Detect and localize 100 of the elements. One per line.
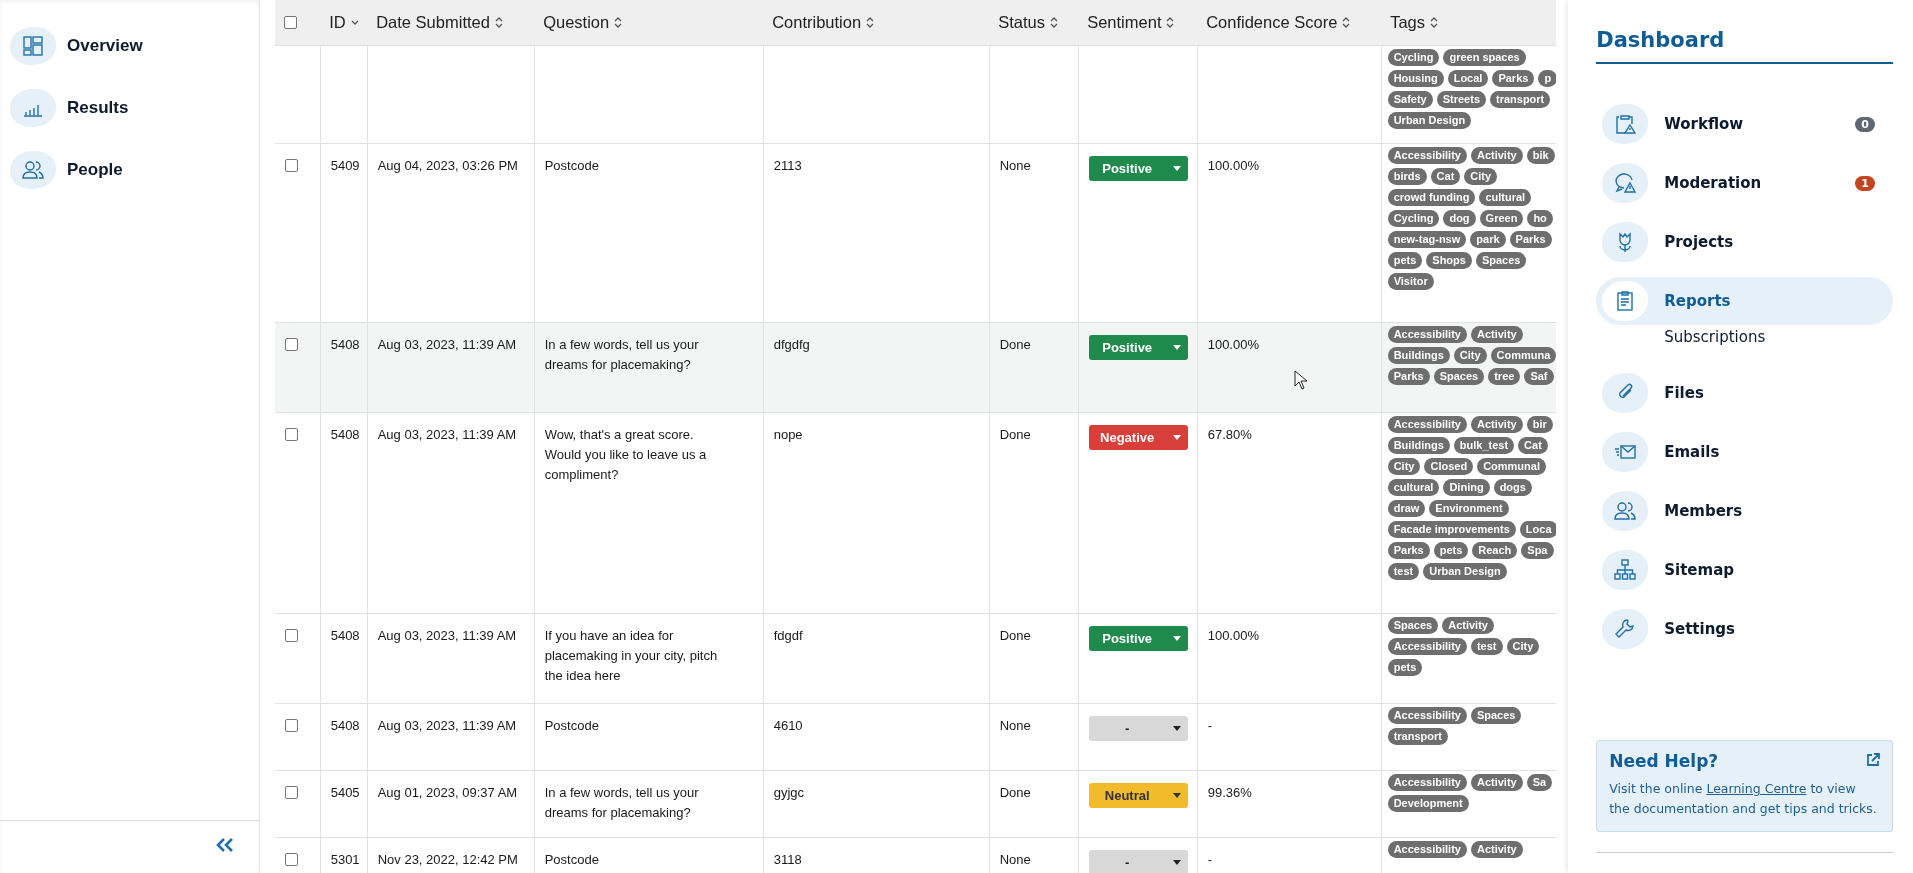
id-cell: 5408 [330, 427, 360, 442]
tag: City [1506, 638, 1540, 655]
tag: Accessibility [1387, 416, 1467, 433]
clipboard-icon [1602, 281, 1649, 321]
row-checkbox[interactable] [285, 338, 299, 351]
row-checkbox[interactable] [285, 159, 299, 172]
nav-item[interactable]: Projects [1596, 218, 1893, 266]
contribution-cell: 3118 [773, 852, 802, 867]
status-cell: None [999, 852, 1031, 867]
tag: transport [1490, 91, 1551, 108]
nav-item[interactable]: Members [1596, 487, 1893, 535]
tag: transport [1387, 728, 1448, 745]
tag: Parks [1509, 231, 1552, 248]
tag: Communal [1477, 458, 1546, 475]
table-row[interactable]: 5408 Aug 03, 2023, 11:39 AM Postcode 4610 None - - Accessibility Spaces transport [275, 703, 1557, 771]
table-row[interactable]: 5408 Aug 03, 2023, 11:39 AM If you have an idea for placemaking in your city, pitch the idea here fdgdf Done Positive 100.00% Spaces Activity Accessibility test City pets [275, 613, 1557, 704]
tag: Activity [1470, 416, 1523, 433]
tag: Spaces [1387, 617, 1439, 634]
tag: City [1453, 347, 1487, 364]
nav-item[interactable]: People [10, 151, 260, 189]
row-checkbox[interactable] [285, 786, 299, 799]
tag: Spa [1521, 542, 1554, 559]
tag: Activity [1470, 326, 1523, 343]
caret-icon [1172, 793, 1181, 798]
layout-icon [10, 27, 56, 65]
select-all-checkbox[interactable] [284, 15, 298, 29]
confidence-cell: 100.00% [1207, 337, 1259, 352]
table-row[interactable]: 5301 Nov 23, 2022, 12:42 PM Postcode 3118 None - - Accessibility Activity [275, 837, 1557, 873]
nav-subitem[interactable]: Subscriptions [1596, 328, 1893, 352]
tag: Cat [1430, 168, 1461, 185]
caret-icon [1172, 636, 1181, 641]
nav-item[interactable]: Settings [1596, 605, 1893, 653]
sitemap-icon [1602, 550, 1649, 590]
row-checkbox[interactable] [285, 629, 299, 642]
nav-item[interactable]: Moderation 1 [1596, 159, 1893, 207]
sentiment-dropdown[interactable]: Negative [1088, 425, 1188, 450]
table-row[interactable]: 5409 Aug 04, 2023, 03:26 PM Postcode 2113 None Positive 100.00% Accessibility Activity bik birds Cat City crowd funding cultural Cycling dog Green ho new-tag-nsw park Parks pets Shops Spaces Visitor [275, 143, 1557, 323]
column-header[interactable]: Tags [1390, 13, 1439, 32]
nav-item[interactable]: Emails [1596, 428, 1893, 476]
status-cell: None [999, 158, 1031, 173]
tag: Urban Design [1423, 563, 1507, 580]
table-row[interactable]: 5408 Aug 03, 2023, 11:39 AM In a few words, tell us your dreams for placemaking? dfgdfg Done Positive 100.00% Accessibility Activity Buildings City Communa Parks Spaces tree Saf [275, 322, 1557, 413]
question-cell: In a few words, tell us your dreams for placemaking? [544, 337, 699, 372]
column-header[interactable]: Contribution [772, 13, 875, 32]
date-cell: Aug 01, 2023, 09:37 AM [377, 785, 518, 800]
cursor-icon [1294, 370, 1309, 390]
tag: Cycling [1387, 49, 1440, 66]
tag: dogs [1493, 479, 1532, 496]
nav-item[interactable]: Workflow 0 [1596, 100, 1893, 148]
sentiment-dropdown[interactable]: Positive [1088, 156, 1188, 181]
tulip-icon [1602, 222, 1649, 262]
nav-item[interactable]: Sitemap [1596, 546, 1893, 594]
tag: bik [1526, 147, 1555, 164]
sentiment-dropdown[interactable]: - [1088, 850, 1188, 873]
question-cell: Postcode [544, 852, 599, 867]
row-checkbox[interactable] [285, 428, 299, 441]
sentiment-dropdown[interactable]: Neutral [1088, 783, 1188, 808]
tag: park [1470, 231, 1506, 248]
tag: Saf [1524, 368, 1554, 385]
nav-item[interactable]: Reports [1596, 277, 1893, 325]
date-cell: Aug 03, 2023, 11:39 AM [377, 427, 517, 442]
sentiment-dropdown[interactable]: Positive [1088, 335, 1188, 360]
tag: Streets [1436, 91, 1486, 108]
table-row[interactable]: 5405 Aug 01, 2023, 09:37 AM In a few words, tell us your dreams for placemaking? gyjgc Done Neutral 99.36% Accessibility Activity Sa Development [275, 770, 1557, 838]
caret-icon [1172, 860, 1181, 865]
row-checkbox[interactable] [285, 853, 299, 866]
contribution-cell: gyjgc [773, 785, 805, 800]
tag: Shops [1426, 252, 1472, 269]
tag: pets [1387, 252, 1423, 269]
tag: Buildings [1387, 347, 1450, 364]
speech-bubble-warning-icon [1602, 163, 1649, 203]
paperclip-icon [1602, 373, 1649, 413]
tag: Spaces [1475, 252, 1527, 269]
tag: Activity [1442, 617, 1494, 634]
tag: Communa [1490, 347, 1557, 364]
tag: new-tag-nsw [1387, 231, 1467, 248]
sentiment-dropdown[interactable]: Positive [1088, 626, 1188, 651]
caret-icon [1172, 166, 1181, 171]
row-checkbox[interactable] [285, 719, 299, 732]
nav-item[interactable]: Overview [10, 27, 260, 65]
table-row[interactable]: Cycling green spaces Housing Local Parks p Safety Streets transport Urban Design [275, 45, 1557, 144]
tag: Accessibility [1387, 638, 1467, 655]
nav-item[interactable]: Files [1596, 369, 1893, 417]
tag: Spaces [1433, 368, 1485, 385]
column-header[interactable]: Question [543, 13, 623, 32]
question-cell: If you have an idea for placemaking in your city, pitch the idea here [544, 628, 718, 683]
tag: dog [1443, 210, 1476, 227]
tag: Accessibility [1387, 841, 1467, 858]
nav-item[interactable]: Results [10, 89, 260, 127]
tag: tree [1488, 368, 1521, 385]
tag: Accessibility [1387, 774, 1467, 791]
tag: Dining [1443, 479, 1490, 496]
tag: pets [1433, 542, 1469, 559]
sentiment-dropdown[interactable]: - [1088, 716, 1188, 741]
confidence-cell: 100.00% [1207, 158, 1259, 173]
tag: City [1464, 168, 1498, 185]
tag: crowd funding [1387, 189, 1476, 206]
tag: p [1538, 70, 1557, 87]
tag: Green [1479, 210, 1524, 227]
learning-centre-link[interactable]: Learning Centre [1706, 781, 1807, 796]
